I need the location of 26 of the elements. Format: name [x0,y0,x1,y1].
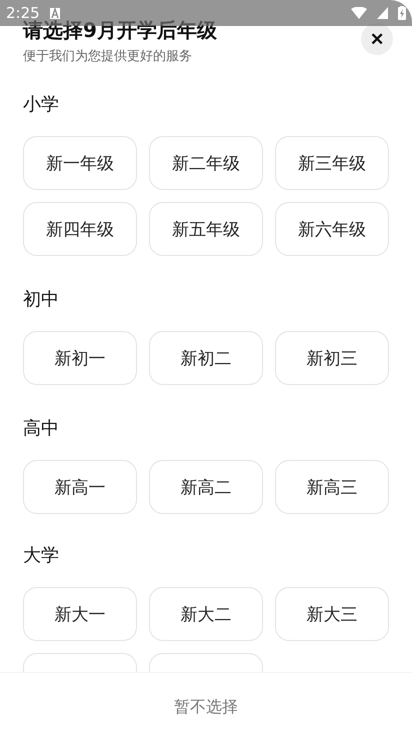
grade-option[interactable]: 新三年级 [275,136,389,190]
grade-option[interactable]: 新五年级 [149,202,263,256]
grade-option[interactable]: 新高三 [275,460,389,514]
section-title: 大学 [23,544,60,568]
grade-option[interactable]: 新大一 [23,587,137,641]
grade-option[interactable]: 新初三 [275,331,389,385]
grade-option[interactable]: 新一年级 [23,136,137,190]
grade-option[interactable]: 新初一 [23,331,137,385]
grade-option[interactable]: 新大二 [149,587,263,641]
grade-option[interactable]: 新二年级 [149,136,263,190]
section-title: 高中 [23,417,60,441]
wifi-icon [351,7,367,19]
grade-option[interactable]: 新高一 [23,460,137,514]
battery-icon [398,6,406,20]
dialog-subtitle: 便于我们为您提供更好的服务 [23,49,193,65]
grade-option[interactable]: 新六年级 [275,202,389,256]
grade-option[interactable]: 新四年级 [23,202,137,256]
skip-button[interactable]: 暂不选择 [168,696,244,719]
grade-option[interactable]: 新大三 [275,587,389,641]
notification-icon [50,8,60,18]
signal-icon [377,7,388,19]
section-title: 初中 [23,288,60,312]
section-title: 小学 [23,93,60,117]
close-button[interactable]: ✕ [361,23,393,55]
grade-option[interactable]: 新高二 [149,460,263,514]
grade-option[interactable]: 新初二 [149,331,263,385]
